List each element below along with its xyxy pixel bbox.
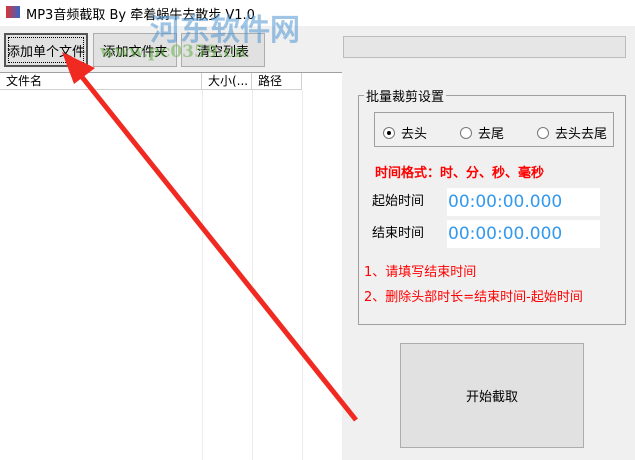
red-arrow-annotation	[62, 52, 358, 422]
